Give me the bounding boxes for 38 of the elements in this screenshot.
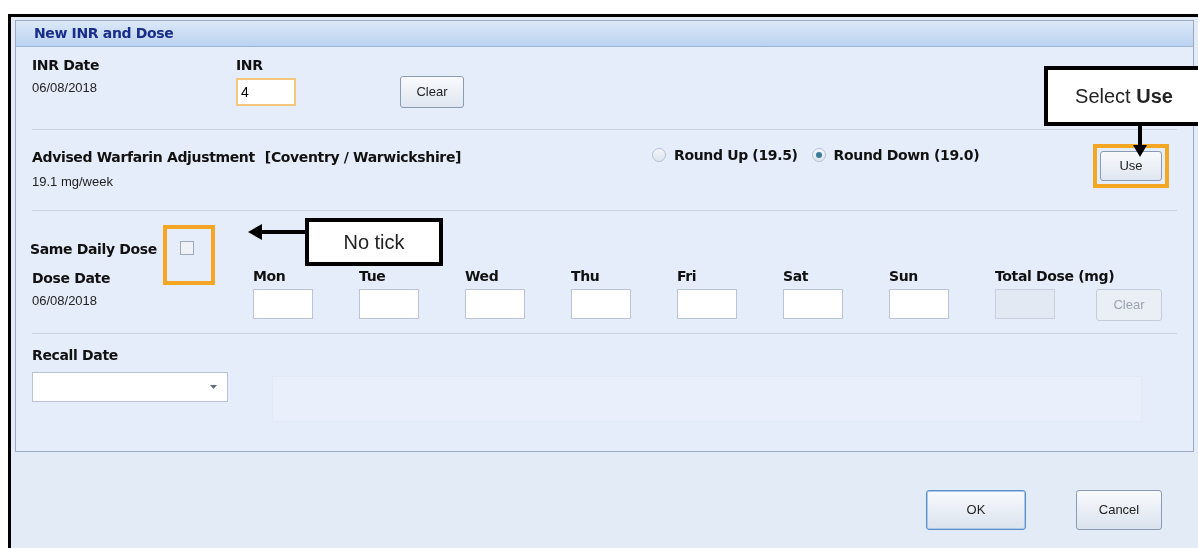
input-field[interactable]: 4 (236, 78, 296, 106)
callout-text: Select Use (1075, 84, 1173, 109)
radio-option[interactable]: Round Down (19.0) (811, 148, 980, 162)
radio-option[interactable]: Round Up (19.5) (652, 148, 798, 162)
dialog-button[interactable]: Cancel (1076, 490, 1162, 530)
input-field[interactable] (571, 289, 631, 319)
callout-text: No tick (343, 230, 405, 255)
day-label: Wed (465, 269, 499, 283)
day-label: Thu (571, 269, 600, 283)
checkbox[interactable] (180, 241, 194, 255)
day-label: Fri (677, 269, 697, 283)
use-button[interactable]: Use (1100, 151, 1162, 181)
input-field[interactable] (253, 289, 313, 319)
field-label: INR Date (32, 58, 100, 72)
date-dropdown[interactable] (32, 372, 228, 402)
clear-button[interactable]: Clear (400, 76, 464, 108)
day-label: Mon (253, 269, 286, 283)
window-title: New INR and Dose (34, 24, 174, 43)
checkbox-label: Same Daily Dose (30, 242, 157, 256)
input-field[interactable] (889, 289, 949, 319)
dialog-button[interactable]: OK (926, 490, 1026, 530)
section-label: Advised Warfarin Adjustment (32, 150, 255, 164)
input-field[interactable] (465, 289, 525, 319)
field-label: Dose Date (32, 271, 111, 285)
date-value: 06/08/2018 (32, 81, 98, 94)
caret-icon (210, 385, 217, 389)
input-field[interactable] (783, 289, 843, 319)
field-label: INR (236, 58, 263, 72)
input-field[interactable] (359, 289, 419, 319)
input-field[interactable] (677, 289, 737, 319)
date-value: 06/08/2018 (32, 294, 98, 307)
dose-value: 19.1 mg/week (32, 175, 113, 188)
field-label: Recall Date (32, 348, 118, 362)
day-label: Sun (889, 269, 918, 283)
day-label: Tue (359, 269, 386, 283)
field-label: Total Dose (mg) (995, 269, 1115, 283)
protocol-label: [Coventry / Warwickshire] (264, 150, 462, 164)
day-label: Sat (783, 269, 809, 283)
